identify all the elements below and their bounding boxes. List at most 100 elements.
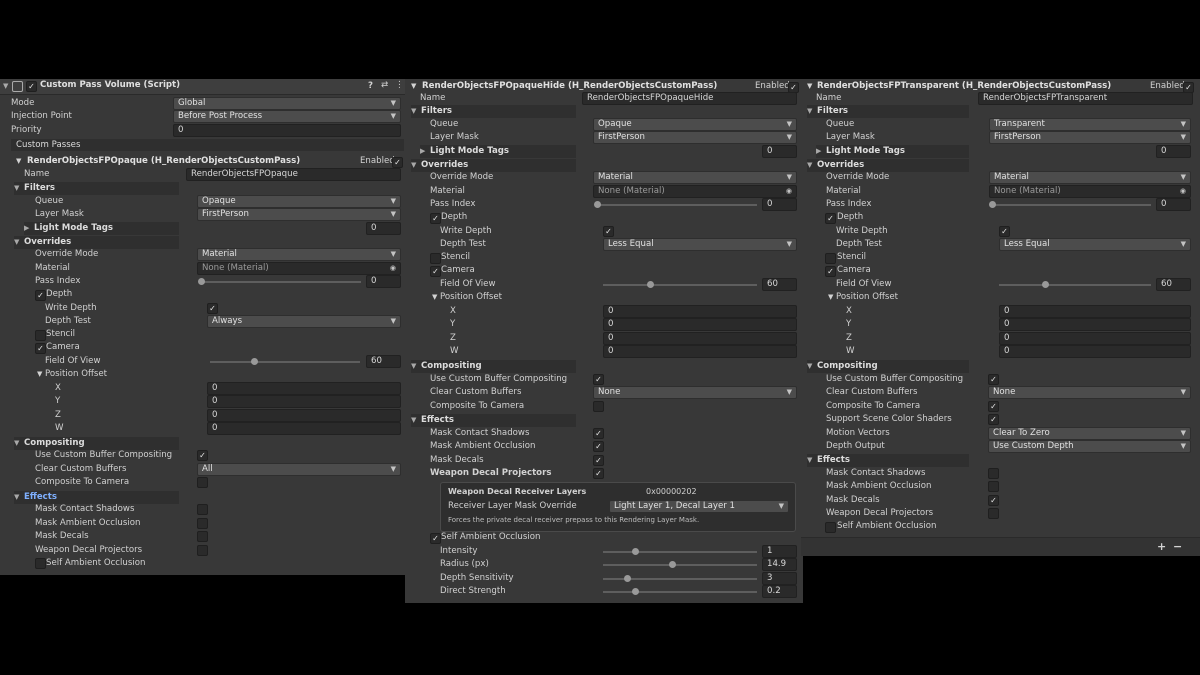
depth-output-dropdown[interactable]: Use Custom Depth ▼ [988,440,1191,453]
support-scene-color-checkbox[interactable]: ✓ [988,414,999,425]
compositing-header[interactable]: ▼ Compositing [807,360,969,373]
compositing-header[interactable]: ▼ Compositing [14,437,179,450]
depth-sensitivity-slider-knob[interactable] [624,575,631,582]
pass-index-slider-knob[interactable] [198,278,205,285]
camera-checkbox[interactable]: ✓ [430,266,441,277]
fov-input[interactable]: 60 [366,355,401,368]
material-object-field[interactable]: None (Material) ◉ [989,185,1191,198]
light-mode-tags-count[interactable]: 0 [1156,145,1191,158]
overrides-header[interactable]: ▼ Overrides [807,159,969,172]
object-picker-icon[interactable]: ◉ [390,263,396,274]
fov-slider-track[interactable] [210,361,360,363]
motion-vectors-dropdown[interactable]: Clear To Zero ▼ [988,427,1191,440]
material-object-field[interactable]: None (Material) ◉ [593,185,797,198]
radius-input[interactable]: 14.9 [762,558,797,571]
self-ao-checkbox[interactable]: ✓ [430,533,441,544]
clear-custom-buffers-dropdown[interactable]: None ▼ [593,386,797,399]
radius-slider-knob[interactable] [669,561,676,568]
layer-mask-dropdown[interactable]: FirstPerson ▼ [989,131,1191,144]
overrides-header[interactable]: ▼ Overrides [411,159,576,172]
stencil-checkbox[interactable] [35,330,46,341]
mask-decals-checkbox[interactable]: ✓ [593,455,604,466]
layer-mask-dropdown[interactable]: FirstPerson ▼ [197,208,401,221]
clear-custom-buffers-dropdown[interactable]: All ▼ [197,463,401,476]
compositing-header[interactable]: ▼ Compositing [411,360,576,373]
depth-sensitivity-input[interactable]: 3 [762,572,797,585]
queue-dropdown[interactable]: Opaque ▼ [197,195,401,208]
intensity-slider-track[interactable] [603,551,757,553]
write-depth-checkbox[interactable]: ✓ [999,226,1010,237]
pass-index-input[interactable]: 0 [762,198,797,211]
mask-ambient-occlusion-checkbox[interactable] [197,518,208,529]
self-ambient-occlusion-checkbox[interactable] [35,558,46,569]
fov-input[interactable]: 60 [762,278,797,291]
pass-index-slider-track[interactable] [201,281,361,283]
fov-slider-track[interactable] [603,284,757,286]
mask-decals-checkbox[interactable]: ✓ [988,495,999,506]
weapon-decal-projectors-checkbox[interactable] [197,545,208,556]
composite-to-camera-checkbox[interactable] [593,401,604,412]
foldout-arrow[interactable]: ▼ [3,82,8,90]
weapon-decal-projectors-checkbox[interactable]: ✓ [593,468,604,479]
camera-checkbox[interactable]: ✓ [35,343,46,354]
w-input[interactable]: 0 [603,345,797,358]
filters-header[interactable]: ▼ Filters [411,105,576,118]
overrides-header[interactable]: ▼ Overrides [14,236,179,249]
x-input[interactable]: 0 [999,305,1191,318]
object-picker-icon[interactable]: ◉ [1180,186,1186,197]
priority-input[interactable]: 0 [173,124,401,137]
remove-pass-button[interactable]: − [1173,540,1182,553]
light-mode-tags-header[interactable]: ▶ Light Mode Tags [420,145,576,158]
write-depth-checkbox[interactable]: ✓ [207,303,218,314]
z-input[interactable]: 0 [207,409,401,422]
z-input[interactable]: 0 [999,332,1191,345]
position-offset-foldout[interactable]: ▼ [828,293,833,301]
depth-checkbox[interactable]: ✓ [35,290,46,301]
pass-foldout-arrow[interactable]: ▼ [807,82,812,90]
depth-test-dropdown[interactable]: Less Equal ▼ [999,238,1191,251]
y-input[interactable]: 0 [207,395,401,408]
layer-mask-dropdown[interactable]: FirstPerson ▼ [593,131,797,144]
receiver-override-dropdown[interactable]: Light Layer 1, Decal Layer 1 ▼ [609,500,789,513]
injection-point-dropdown[interactable]: Before Post Process ▼ [173,110,401,123]
pass-index-slider-knob[interactable] [989,201,996,208]
fov-slider-track[interactable] [999,284,1151,286]
pass-index-slider-track[interactable] [597,204,757,206]
object-picker-icon[interactable]: ◉ [786,186,792,197]
use-custom-buffer-checkbox[interactable]: ✓ [988,374,999,385]
effects-header[interactable]: ▼ Effects [411,414,576,427]
help-icon[interactable]: ? [368,81,373,91]
depth-test-dropdown[interactable]: Always ▼ [207,315,401,328]
add-pass-button[interactable]: + [1157,540,1166,553]
queue-dropdown[interactable]: Transparent ▼ [989,118,1191,131]
name-input[interactable]: RenderObjectsFPOpaqueHide [582,92,797,105]
depth-test-dropdown[interactable]: Less Equal ▼ [603,238,797,251]
pass-index-input[interactable]: 0 [1156,198,1191,211]
name-input[interactable]: RenderObjectsFPTransparent [978,92,1193,105]
x-input[interactable]: 0 [207,382,401,395]
override-mode-dropdown[interactable]: Material ▼ [593,171,797,184]
effects-header[interactable]: ▼ Effects [14,491,179,504]
light-mode-tags-count[interactable]: 0 [366,222,401,235]
y-input[interactable]: 0 [603,318,797,331]
position-offset-foldout[interactable]: ▼ [37,370,42,378]
component-enabled-checkbox[interactable]: ✓ [26,81,37,92]
depth-checkbox[interactable]: ✓ [430,213,441,224]
filters-header[interactable]: ▼ Filters [807,105,969,118]
pass-index-slider-knob[interactable] [594,201,601,208]
light-mode-tags-header[interactable]: ▶ Light Mode Tags [816,145,969,158]
z-input[interactable]: 0 [603,332,797,345]
material-object-field[interactable]: None (Material) ◉ [197,262,401,275]
mask-contact-shadows-checkbox[interactable] [197,504,208,515]
intensity-input[interactable]: 1 [762,545,797,558]
mode-dropdown[interactable]: Global ▼ [173,97,401,110]
pass-foldout-arrow[interactable]: ▼ [411,82,416,90]
composite-to-camera-checkbox[interactable] [197,477,208,488]
clear-custom-buffers-dropdown[interactable]: None ▼ [988,386,1191,399]
fov-slider-knob[interactable] [251,358,258,365]
mask-contact-shadows-checkbox[interactable] [988,468,999,479]
radius-slider-track[interactable] [603,564,757,566]
w-input[interactable]: 0 [207,422,401,435]
position-offset-foldout[interactable]: ▼ [432,293,437,301]
direct-strength-slider-track[interactable] [603,591,757,593]
